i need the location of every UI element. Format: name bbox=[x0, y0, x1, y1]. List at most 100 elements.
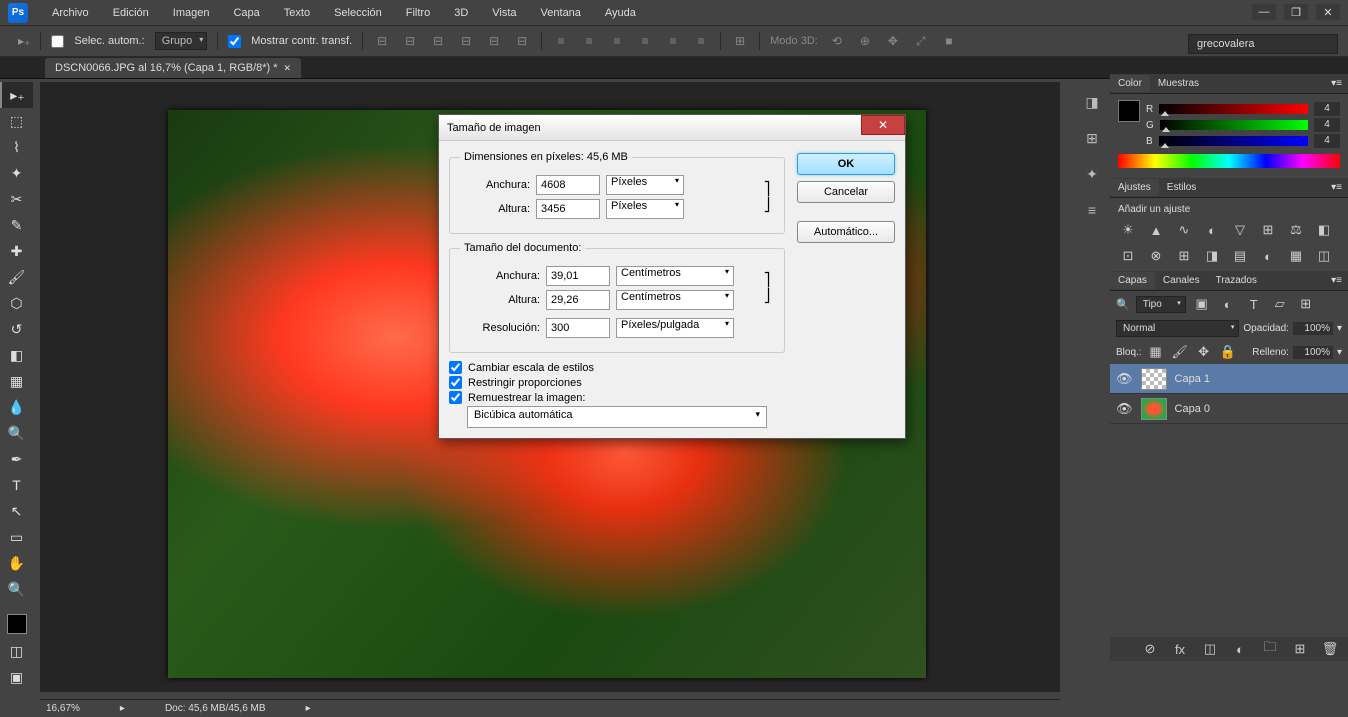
fill-value[interactable]: 100% bbox=[1293, 346, 1333, 359]
menu-edicion[interactable]: Edición bbox=[101, 3, 161, 23]
doc-height-input[interactable] bbox=[546, 290, 610, 310]
menu-filtro[interactable]: Filtro bbox=[394, 3, 442, 23]
color-spectrum[interactable] bbox=[1118, 154, 1340, 168]
resolution-input[interactable] bbox=[546, 318, 610, 338]
lock-position-icon[interactable]: ✥ bbox=[1194, 343, 1214, 361]
history-brush-tool[interactable]: ↺ bbox=[0, 316, 33, 342]
chevron-down-icon[interactable]: ▾ bbox=[1337, 347, 1342, 358]
ok-button[interactable]: OK bbox=[797, 153, 895, 175]
move-tool[interactable]: ▸₊ bbox=[0, 82, 33, 108]
filter-shape-icon[interactable]: ▱ bbox=[1270, 295, 1290, 313]
curves-icon[interactable]: ∿ bbox=[1174, 221, 1194, 239]
align-icon[interactable]: ⊟ bbox=[457, 32, 475, 50]
blur-tool[interactable]: 💧 bbox=[0, 394, 33, 420]
levels-icon[interactable]: ▲ bbox=[1146, 221, 1166, 239]
quickmask-icon[interactable]: ◫ bbox=[0, 638, 33, 664]
menu-archivo[interactable]: Archivo bbox=[40, 3, 101, 23]
adjustments-tab[interactable]: Ajustes bbox=[1110, 179, 1159, 196]
3d-icon[interactable]: ✥ bbox=[884, 32, 902, 50]
resample-method-dropdown[interactable]: Bicúbica automática bbox=[467, 406, 767, 428]
distribute-icon[interactable]: ≡ bbox=[636, 32, 654, 50]
rectangle-tool[interactable]: ▭ bbox=[0, 524, 33, 550]
document-tab[interactable]: DSCN0066.JPG al 16,7% (Capa 1, RGB/8*) *… bbox=[45, 58, 301, 78]
r-value[interactable]: 4 bbox=[1314, 102, 1340, 116]
selective-color-icon[interactable]: ◫ bbox=[1314, 247, 1334, 265]
resolution-unit[interactable]: Píxeles/pulgada bbox=[616, 318, 734, 338]
menu-capa[interactable]: Capa bbox=[221, 3, 271, 23]
foreground-color-swatch[interactable] bbox=[7, 614, 27, 634]
zoom-tool[interactable]: 🔍 bbox=[0, 576, 33, 602]
scale-styles-checkbox[interactable] bbox=[449, 361, 462, 374]
visibility-icon[interactable]: 👁 bbox=[1116, 371, 1133, 387]
adjustment-layer-icon[interactable]: ◐ bbox=[1230, 640, 1250, 658]
history-panel-icon[interactable]: ◨ bbox=[1080, 90, 1104, 114]
gradient-map-icon[interactable]: ▦ bbox=[1286, 247, 1306, 265]
pixel-height-input[interactable] bbox=[536, 199, 600, 219]
panel-menu-icon[interactable]: ▾≡ bbox=[1331, 78, 1348, 89]
b-slider[interactable] bbox=[1159, 136, 1308, 146]
stamp-tool[interactable]: ⬡ bbox=[0, 290, 33, 316]
distribute-icon[interactable]: ≡ bbox=[552, 32, 570, 50]
distribute-icon[interactable]: ≡ bbox=[580, 32, 598, 50]
cancel-button[interactable]: Cancelar bbox=[797, 181, 895, 203]
vibrance-icon[interactable]: ▽ bbox=[1230, 221, 1250, 239]
doc-info-icon[interactable]: ▸ bbox=[120, 703, 125, 714]
close-icon[interactable]: ✕ bbox=[284, 63, 292, 74]
zoom-level[interactable]: 16,67% bbox=[46, 703, 80, 714]
link-icon[interactable]: ⎤⎦ bbox=[760, 272, 774, 304]
colorbalance-icon[interactable]: ⚖ bbox=[1286, 221, 1306, 239]
layer-name[interactable]: Capa 1 bbox=[1175, 373, 1210, 385]
g-value[interactable]: 4 bbox=[1314, 118, 1340, 132]
menu-ventana[interactable]: Ventana bbox=[529, 3, 593, 23]
crop-tool[interactable]: ✂ bbox=[0, 186, 33, 212]
paths-tab[interactable]: Trazados bbox=[1208, 272, 1265, 289]
auto-align-icon[interactable]: ⊞ bbox=[731, 32, 749, 50]
character-panel-icon[interactable]: ≡ bbox=[1080, 198, 1104, 222]
posterize-icon[interactable]: ▤ bbox=[1230, 247, 1250, 265]
fx-icon[interactable]: fx bbox=[1170, 640, 1190, 658]
menu-3d[interactable]: 3D bbox=[442, 3, 480, 23]
g-slider[interactable] bbox=[1160, 120, 1308, 130]
window-close[interactable]: ✕ bbox=[1316, 4, 1340, 20]
filter-pixel-icon[interactable]: ▣ bbox=[1192, 295, 1212, 313]
color-lookup-icon[interactable]: ⊞ bbox=[1174, 247, 1194, 265]
properties-panel-icon[interactable]: ✦ bbox=[1080, 162, 1104, 186]
filter-smart-icon[interactable]: ⊞ bbox=[1296, 295, 1316, 313]
pixel-height-unit[interactable]: Píxeles bbox=[606, 199, 684, 219]
brush-tool[interactable]: 🖌 bbox=[0, 264, 33, 290]
magic-wand-tool[interactable]: ✦ bbox=[0, 160, 33, 186]
bw-icon[interactable]: ◧ bbox=[1314, 221, 1334, 239]
group-dropdown[interactable]: Grupo bbox=[155, 32, 208, 50]
doc-width-unit[interactable]: Centímetros bbox=[616, 266, 734, 286]
layer-thumbnail[interactable] bbox=[1141, 398, 1167, 420]
panel-menu-icon[interactable]: ▾≡ bbox=[1331, 182, 1348, 193]
3d-icon[interactable]: ⊕ bbox=[856, 32, 874, 50]
opacity-value[interactable]: 100% bbox=[1293, 322, 1333, 335]
new-layer-icon[interactable]: ⊞ bbox=[1290, 640, 1310, 658]
eyedropper-tool[interactable]: ✎ bbox=[0, 212, 33, 238]
layer-thumbnail[interactable] bbox=[1141, 368, 1167, 390]
layers-tab[interactable]: Capas bbox=[1110, 272, 1155, 289]
chevron-down-icon[interactable]: ▾ bbox=[1337, 323, 1342, 334]
color-tab[interactable]: Color bbox=[1110, 75, 1150, 92]
align-icon[interactable]: ⊟ bbox=[513, 32, 531, 50]
pen-tool[interactable]: ✒ bbox=[0, 446, 33, 472]
doc-height-unit[interactable]: Centímetros bbox=[616, 290, 734, 310]
distribute-icon[interactable]: ≡ bbox=[692, 32, 710, 50]
menu-ayuda[interactable]: Ayuda bbox=[593, 3, 648, 23]
align-icon[interactable]: ⊟ bbox=[401, 32, 419, 50]
lock-image-icon[interactable]: 🖌 bbox=[1170, 343, 1190, 361]
filter-adjust-icon[interactable]: ◐ bbox=[1218, 295, 1238, 313]
hue-icon[interactable]: ⊞ bbox=[1258, 221, 1278, 239]
flyout-icon[interactable]: ▸ bbox=[306, 703, 311, 714]
blend-mode-dropdown[interactable]: Normal bbox=[1116, 320, 1239, 337]
threshold-icon[interactable]: ◐ bbox=[1258, 247, 1278, 265]
3d-icon[interactable]: ⤢ bbox=[912, 32, 930, 50]
marquee-tool[interactable]: ⬚ bbox=[0, 108, 33, 134]
lock-all-icon[interactable]: 🔒 bbox=[1218, 343, 1238, 361]
dialog-titlebar[interactable]: Tamaño de imagen ✕ bbox=[439, 115, 905, 141]
path-tool[interactable]: ↖ bbox=[0, 498, 33, 524]
layer-item[interactable]: 👁 Capa 1 bbox=[1110, 364, 1348, 394]
channels-tab[interactable]: Canales bbox=[1155, 272, 1208, 289]
user-dropdown[interactable]: grecovalera bbox=[1188, 34, 1338, 54]
